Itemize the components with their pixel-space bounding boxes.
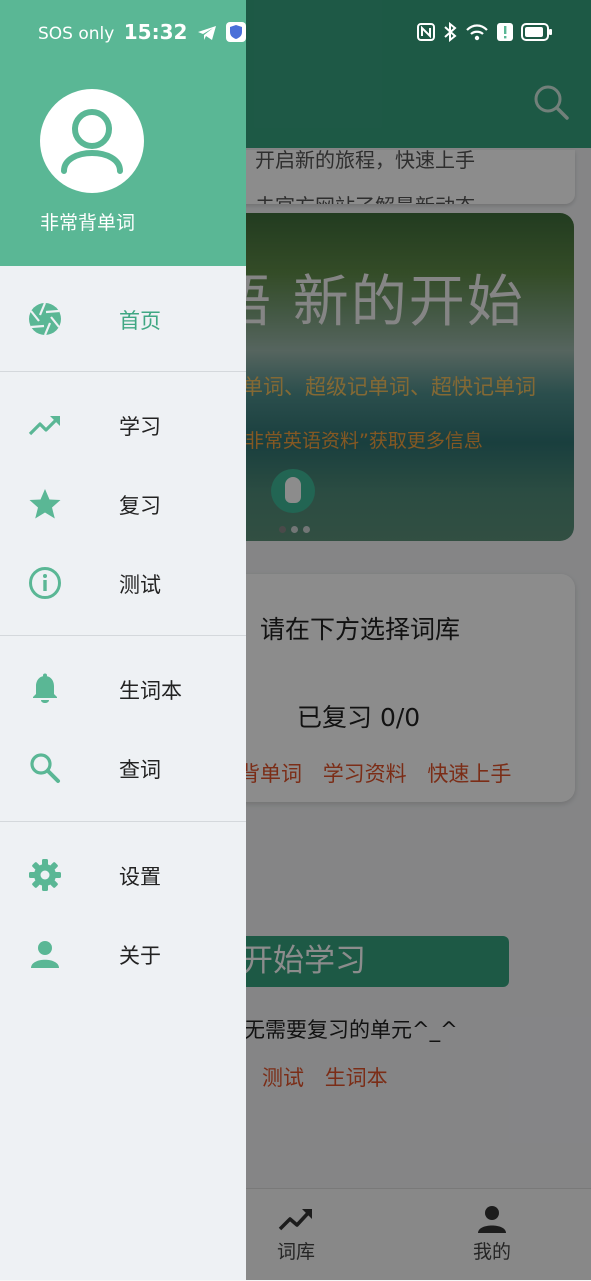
shield-icon (226, 22, 247, 42)
bluetooth-icon (444, 22, 457, 42)
menu-item-review[interactable]: 复习 (0, 474, 246, 534)
trending-up-icon (28, 416, 60, 436)
menu-label: 关于 (119, 944, 161, 968)
gear-icon (29, 859, 61, 891)
app-name: 非常背单词 (40, 212, 136, 234)
bell-icon (33, 673, 57, 703)
status-time: 15:32 (123, 20, 188, 44)
star-icon (29, 489, 61, 519)
menu-item-settings[interactable]: 设置 (0, 845, 246, 905)
menu-item-about[interactable]: 关于 (0, 924, 246, 984)
alert-icon (497, 23, 513, 41)
battery-icon (521, 23, 552, 41)
person-icon (31, 941, 59, 968)
divider (0, 821, 246, 822)
status-right (417, 22, 553, 42)
aperture-icon (29, 302, 61, 336)
status-bar: SOS only 15:32 (0, 0, 591, 56)
status-left: SOS only 15:32 (38, 20, 247, 44)
menu-label: 查词 (119, 758, 161, 782)
avatar[interactable] (40, 89, 144, 193)
menu-item-lookup[interactable]: 查词 (0, 738, 246, 798)
menu-item-study[interactable]: 学习 (0, 395, 246, 455)
divider (0, 371, 246, 372)
menu-label: 首页 (119, 309, 161, 333)
menu-label: 学习 (119, 415, 161, 439)
menu-label: 设置 (119, 865, 161, 889)
wifi-icon (466, 24, 488, 41)
info-icon (29, 567, 61, 599)
menu-item-vocab-book[interactable]: 生词本 (0, 659, 246, 719)
menu-item-home[interactable]: 首页 (0, 289, 246, 349)
navigation-drawer: 非常背单词 首页 学习 复习 测试 生词本 查词 设置 关于 (0, 0, 246, 1280)
menu-label: 复习 (119, 494, 161, 518)
menu-label: 生词本 (119, 679, 182, 703)
search-icon (30, 753, 60, 783)
divider (0, 635, 246, 636)
nfc-icon (417, 23, 435, 41)
menu-label: 测试 (119, 573, 161, 597)
person-outline-icon (61, 109, 123, 174)
carrier-status: SOS only (38, 24, 115, 44)
menu-item-test[interactable]: 测试 (0, 553, 246, 613)
telegram-icon (197, 26, 216, 40)
